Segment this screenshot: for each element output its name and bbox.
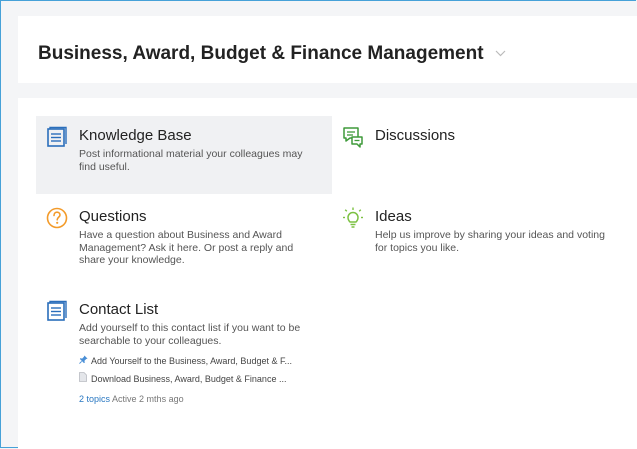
tile-knowledge-base[interactable]: Knowledge Base Post informational materi… xyxy=(36,116,332,194)
document-icon xyxy=(79,372,91,384)
tile-contact-list[interactable]: Contact List Add yourself to this contac… xyxy=(36,290,332,420)
tile-title[interactable]: Discussions xyxy=(375,127,455,144)
tile-title[interactable]: Questions xyxy=(79,208,147,225)
tile-title[interactable]: Ideas xyxy=(375,208,412,225)
place-header: Business, Award, Budget & Finance Manage… xyxy=(18,16,637,83)
page-frame: Business, Award, Budget & Finance Manage… xyxy=(0,0,637,449)
tile-description: Add yourself to this contact list if you… xyxy=(79,322,301,347)
question-icon xyxy=(46,207,68,229)
contact-list-icon xyxy=(46,300,68,322)
topic-title[interactable]: Download Business, Award, Budget & Finan… xyxy=(91,374,286,384)
activity-text: Active 2 mths ago xyxy=(112,394,184,404)
discussion-icon xyxy=(342,126,364,148)
tile-description: Post informational material your colleag… xyxy=(79,148,303,173)
tile-title[interactable]: Knowledge Base xyxy=(79,127,192,144)
topic-item[interactable]: Add Yourself to the Business, Award, Bud… xyxy=(79,355,292,366)
tile-ideas[interactable]: Ideas Help us improve by sharing your id… xyxy=(332,197,628,279)
lightbulb-icon xyxy=(342,207,364,229)
tile-description: Help us improve by sharing your ideas an… xyxy=(375,229,605,254)
content-panel: Knowledge Base Post informational materi… xyxy=(18,98,637,449)
place-meta: 2 topics Active 2 mths ago xyxy=(79,394,184,404)
page-title-text: Business, Award, Budget & Finance Manage… xyxy=(38,43,484,64)
chevron-down-icon[interactable] xyxy=(495,41,506,63)
knowledge-base-icon xyxy=(46,126,68,148)
tile-questions[interactable]: Questions Have a question about Business… xyxy=(36,197,332,279)
page-title[interactable]: Business, Award, Budget & Finance Manage… xyxy=(38,41,506,65)
pin-icon xyxy=(79,355,91,366)
topics-count-link[interactable]: 2 topics xyxy=(79,394,110,404)
tile-discussions[interactable]: Discussions xyxy=(332,116,628,194)
topic-title[interactable]: Add Yourself to the Business, Award, Bud… xyxy=(91,356,292,366)
topic-item[interactable]: Download Business, Award, Budget & Finan… xyxy=(79,372,286,384)
tile-description: Have a question about Business and Award… xyxy=(79,229,294,266)
tile-title[interactable]: Contact List xyxy=(79,301,158,318)
